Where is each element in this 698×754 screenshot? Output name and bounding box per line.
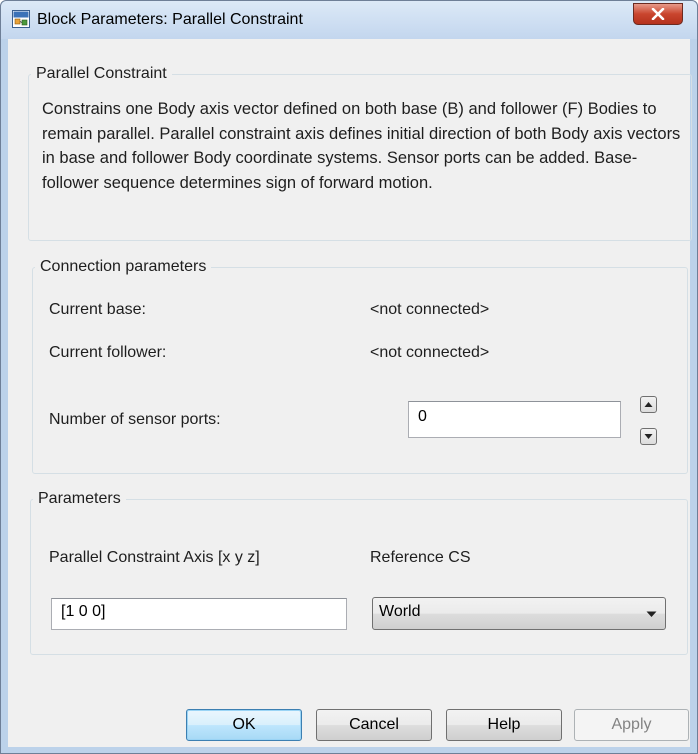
title-bar[interactable]: Block Parameters: Parallel Constraint: [1, 1, 697, 39]
axis-label: Parallel Constraint Axis [x y z]: [49, 549, 260, 566]
description-group-legend: Parallel Constraint: [36, 65, 167, 82]
ok-button[interactable]: OK: [186, 709, 302, 741]
help-button[interactable]: Help: [446, 709, 562, 741]
sensor-ports-increment-button[interactable]: [640, 396, 657, 413]
simulink-block-icon: [12, 10, 30, 28]
parameters-legend: Parameters: [38, 490, 121, 507]
block-description: Constrains one Body axis vector defined …: [42, 100, 681, 192]
connection-parameters-legend: Connection parameters: [40, 258, 207, 275]
triangle-up-icon: [644, 402, 653, 407]
current-follower-value: <not connected>: [370, 344, 490, 361]
close-button[interactable]: [633, 3, 683, 25]
dialog-client-area: Parallel Constraint Constrains one Body …: [8, 39, 692, 747]
reference-cs-label: Reference CS: [370, 549, 471, 566]
window-title: Block Parameters: Parallel Constraint: [37, 11, 303, 28]
apply-button[interactable]: Apply: [574, 709, 689, 741]
current-base-value: <not connected>: [370, 301, 490, 318]
sensor-ports-label: Number of sensor ports:: [49, 411, 221, 428]
connection-parameters-group: Connection parameters: [32, 258, 688, 474]
reference-cs-selected-value: World: [379, 603, 421, 620]
sensor-ports-input[interactable]: 0: [408, 401, 621, 438]
parameters-group: Parameters: [30, 490, 688, 655]
sensor-ports-decrement-button[interactable]: [640, 428, 657, 445]
dialog-window: Block Parameters: Parallel Constraint Pa…: [0, 0, 698, 754]
reference-cs-select[interactable]: World: [372, 597, 666, 630]
current-follower-label: Current follower:: [49, 344, 167, 361]
axis-input[interactable]: [1 0 0]: [51, 598, 347, 630]
triangle-down-icon: [644, 434, 653, 439]
close-icon: [651, 8, 665, 20]
cancel-button[interactable]: Cancel: [316, 709, 432, 741]
current-base-label: Current base:: [49, 301, 146, 318]
chevron-down-icon: [646, 611, 657, 617]
